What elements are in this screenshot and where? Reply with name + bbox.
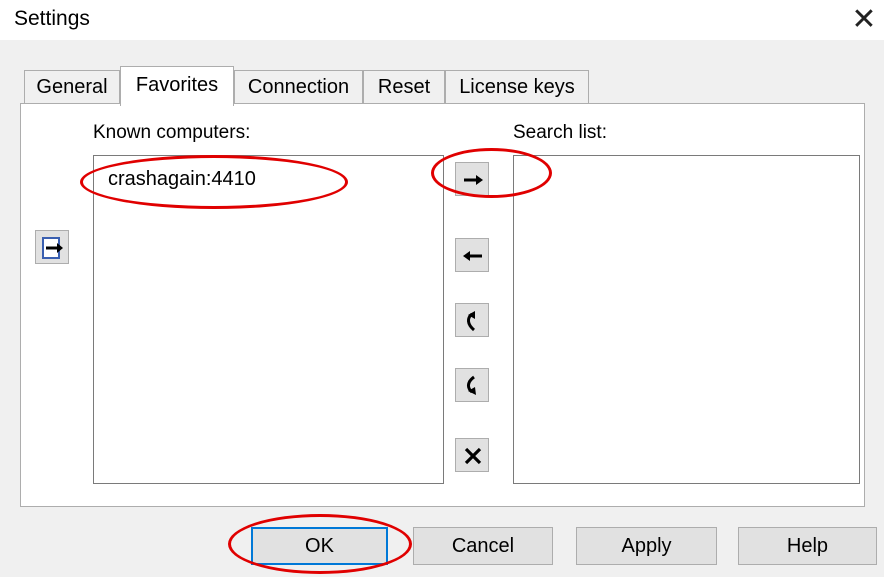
- remove-from-search-list-button[interactable]: [455, 238, 489, 272]
- highlight-add-button: [431, 148, 552, 198]
- highlight-known-item: [80, 155, 348, 209]
- cancel-button[interactable]: Cancel: [413, 527, 553, 565]
- title-bar: Settings ✕: [0, 0, 884, 40]
- search-list-label: Search list:: [513, 122, 607, 143]
- apply-button[interactable]: Apply: [576, 527, 717, 565]
- move-down-button[interactable]: [455, 368, 489, 402]
- help-button[interactable]: Help: [738, 527, 877, 565]
- import-button[interactable]: [35, 230, 69, 264]
- known-computers-label: Known computers:: [93, 122, 251, 143]
- delete-button[interactable]: [455, 438, 489, 472]
- tab-connection[interactable]: Connection: [234, 70, 363, 104]
- tab-reset[interactable]: Reset: [363, 70, 445, 104]
- tab-general[interactable]: General: [24, 70, 120, 104]
- tab-license-keys[interactable]: License keys: [445, 70, 589, 104]
- highlight-ok-button: [228, 514, 412, 574]
- move-up-button[interactable]: [455, 303, 489, 337]
- search-list[interactable]: [513, 155, 860, 484]
- tab-favorites[interactable]: Favorites: [120, 66, 234, 106]
- close-icon[interactable]: ✕: [846, 2, 882, 38]
- window-title: Settings: [14, 7, 90, 30]
